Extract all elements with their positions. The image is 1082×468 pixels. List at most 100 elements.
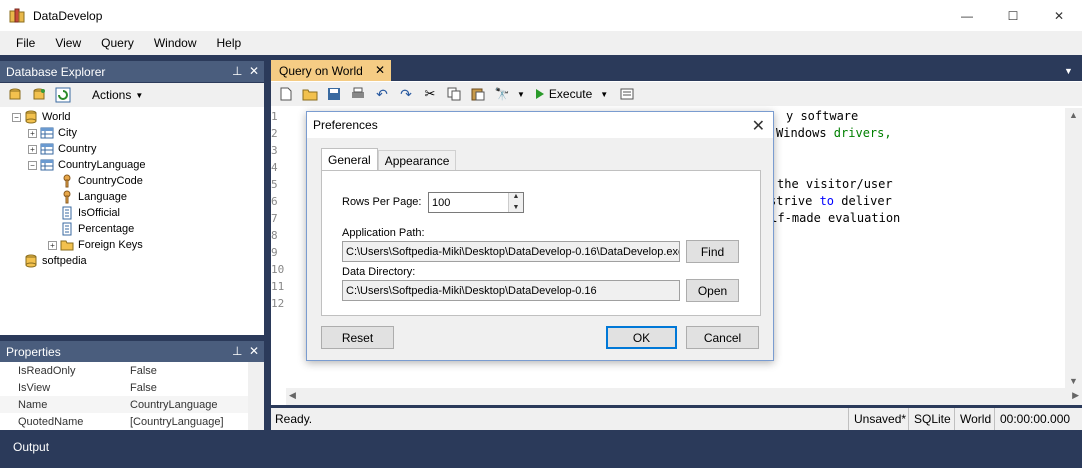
key-icon (60, 174, 78, 188)
scroll-left-icon[interactable]: ◀ (289, 390, 296, 401)
tree-node[interactable]: Language (48, 189, 127, 205)
close-icon[interactable]: ✕ (752, 116, 765, 136)
maximize-button[interactable]: ☐ (990, 0, 1036, 31)
property-row[interactable]: IsView False (0, 379, 248, 396)
copy-icon[interactable] (445, 85, 463, 103)
tree-node[interactable]: IsOfficial (48, 205, 120, 221)
app-path-label: Application Path: (342, 227, 425, 239)
line-numbers: 1 2 3 4 5 6 7 8 9 10 11 12 (271, 108, 293, 388)
tree-node[interactable]: softpedia (12, 253, 87, 269)
cut-icon[interactable]: ✂ (421, 85, 439, 103)
tree-node[interactable]: + Foreign Keys (48, 237, 143, 253)
save-icon[interactable] (325, 85, 343, 103)
scroll-right-icon[interactable]: ▶ (1072, 390, 1079, 401)
open-folder-icon[interactable] (301, 85, 319, 103)
tab-general[interactable]: General (321, 148, 378, 170)
status-unsaved: Unsaved* (848, 408, 911, 430)
pin-icon[interactable]: ⊥ (232, 64, 242, 78)
tree-node-label: IsOfficial (78, 207, 120, 219)
property-row[interactable]: QuotedName [CountryLanguage] (0, 413, 248, 430)
paste-icon[interactable] (469, 85, 487, 103)
expander-icon[interactable]: + (48, 240, 57, 250)
play-icon (535, 89, 544, 99)
reset-button[interactable]: Reset (321, 326, 394, 349)
properties-scrollbar[interactable] (248, 362, 264, 430)
tab-query-on-world[interactable]: Query on World ✕ (271, 60, 391, 81)
code-text: strive (769, 194, 820, 208)
app-path-field[interactable]: C:\Users\Softpedia-Miki\Desktop\DataDeve… (342, 241, 680, 262)
horizontal-scrollbar[interactable]: ◀ ▶ (286, 388, 1082, 405)
line-number: 8 (271, 229, 278, 242)
line-number: 5 (271, 178, 278, 191)
app-icon (9, 8, 25, 22)
property-key: Name (18, 398, 48, 411)
tree-node[interactable]: + Country (28, 141, 97, 157)
cancel-button[interactable]: Cancel (686, 326, 759, 349)
actions-dropdown[interactable]: Actions ▼ (86, 88, 149, 102)
properties-header: Properties ⊥ ✕ (0, 341, 264, 362)
title-bar: DataDevelop — ☐ ✕ (0, 0, 1082, 31)
results-icon[interactable] (618, 85, 636, 103)
redo-icon[interactable]: ↷ (397, 85, 415, 103)
chevron-up-icon[interactable]: ▲ (509, 193, 523, 203)
tree-node[interactable]: − World (12, 109, 71, 125)
undo-icon[interactable]: ↶ (373, 85, 391, 103)
editor-toolbar: ↶ ↷ ✂ 🔭 ▼ Execute ▼ (271, 82, 1082, 106)
tree-node[interactable]: − CountryLanguage (28, 157, 145, 173)
column-icon (60, 206, 78, 220)
scroll-up-icon[interactable]: ▲ (1069, 110, 1078, 120)
rows-per-page-stepper[interactable]: 100 ▲ ▼ (428, 192, 524, 213)
menu-query[interactable]: Query (91, 36, 144, 50)
expander-icon[interactable]: − (12, 112, 21, 122)
output-tab[interactable]: Output (0, 436, 264, 458)
line-number: 9 (271, 246, 278, 259)
new-file-icon[interactable] (277, 85, 295, 103)
expander-icon[interactable]: − (28, 160, 37, 170)
menu-file[interactable]: File (6, 36, 45, 50)
close-window-button[interactable]: ✕ (1036, 0, 1082, 31)
tree-node[interactable]: Percentage (48, 221, 134, 237)
close-icon[interactable]: ✕ (249, 64, 259, 78)
add-database-icon[interactable] (6, 86, 24, 104)
scroll-down-icon[interactable]: ▼ (1069, 376, 1078, 386)
find-icon[interactable]: 🔭 (493, 85, 511, 103)
tree-node[interactable]: CountryCode (48, 173, 143, 189)
property-row[interactable]: Name CountryLanguage (0, 396, 248, 413)
rows-per-page-value: 100 (432, 196, 451, 209)
line-number: 12 (271, 297, 285, 310)
code-keyword: drivers, (833, 126, 892, 140)
close-icon[interactable]: ✕ (375, 63, 385, 77)
code-line: elf-made evaluation (763, 211, 901, 225)
print-icon[interactable] (349, 85, 367, 103)
find-button[interactable]: Find (686, 240, 739, 263)
stepper-buttons[interactable]: ▲ ▼ (508, 193, 523, 213)
line-number: 11 (271, 280, 285, 293)
execute-button[interactable]: Execute ▼ (535, 87, 608, 101)
minimize-button[interactable]: — (944, 0, 990, 31)
open-button[interactable]: Open (686, 279, 739, 302)
tab-overflow-icon[interactable]: ▼ (1064, 66, 1073, 76)
menu-view[interactable]: View (45, 36, 91, 50)
data-directory-field[interactable]: C:\Users\Softpedia-Miki\Desktop\DataDeve… (342, 280, 680, 301)
ok-button[interactable]: OK (606, 326, 677, 349)
property-key: QuotedName (18, 415, 84, 428)
property-row[interactable]: IsReadOnly False (0, 362, 248, 379)
refresh-icon[interactable] (54, 86, 72, 104)
pin-icon[interactable]: ⊥ (232, 344, 242, 358)
code-keyword: to (819, 194, 835, 208)
column-icon (60, 222, 78, 236)
expander-icon[interactable]: + (28, 144, 37, 154)
open-database-icon[interactable] (30, 86, 48, 104)
close-icon[interactable]: ✕ (249, 344, 259, 358)
menu-help[interactable]: Help (207, 36, 252, 50)
chevron-down-icon[interactable]: ▼ (517, 90, 525, 99)
tab-appearance[interactable]: Appearance (377, 150, 457, 170)
expander-icon[interactable]: + (28, 128, 37, 138)
menu-window[interactable]: Window (144, 36, 207, 50)
chevron-down-icon[interactable]: ▼ (509, 203, 523, 213)
vertical-scrollbar[interactable]: ▲ ▼ (1065, 108, 1082, 388)
database-tree: − World + City + Country − CountryLanguage Count… (0, 107, 264, 335)
property-key: IsView (18, 381, 51, 394)
database-explorer-title: Database Explorer (6, 64, 106, 79)
tree-node[interactable]: + City (28, 125, 77, 141)
